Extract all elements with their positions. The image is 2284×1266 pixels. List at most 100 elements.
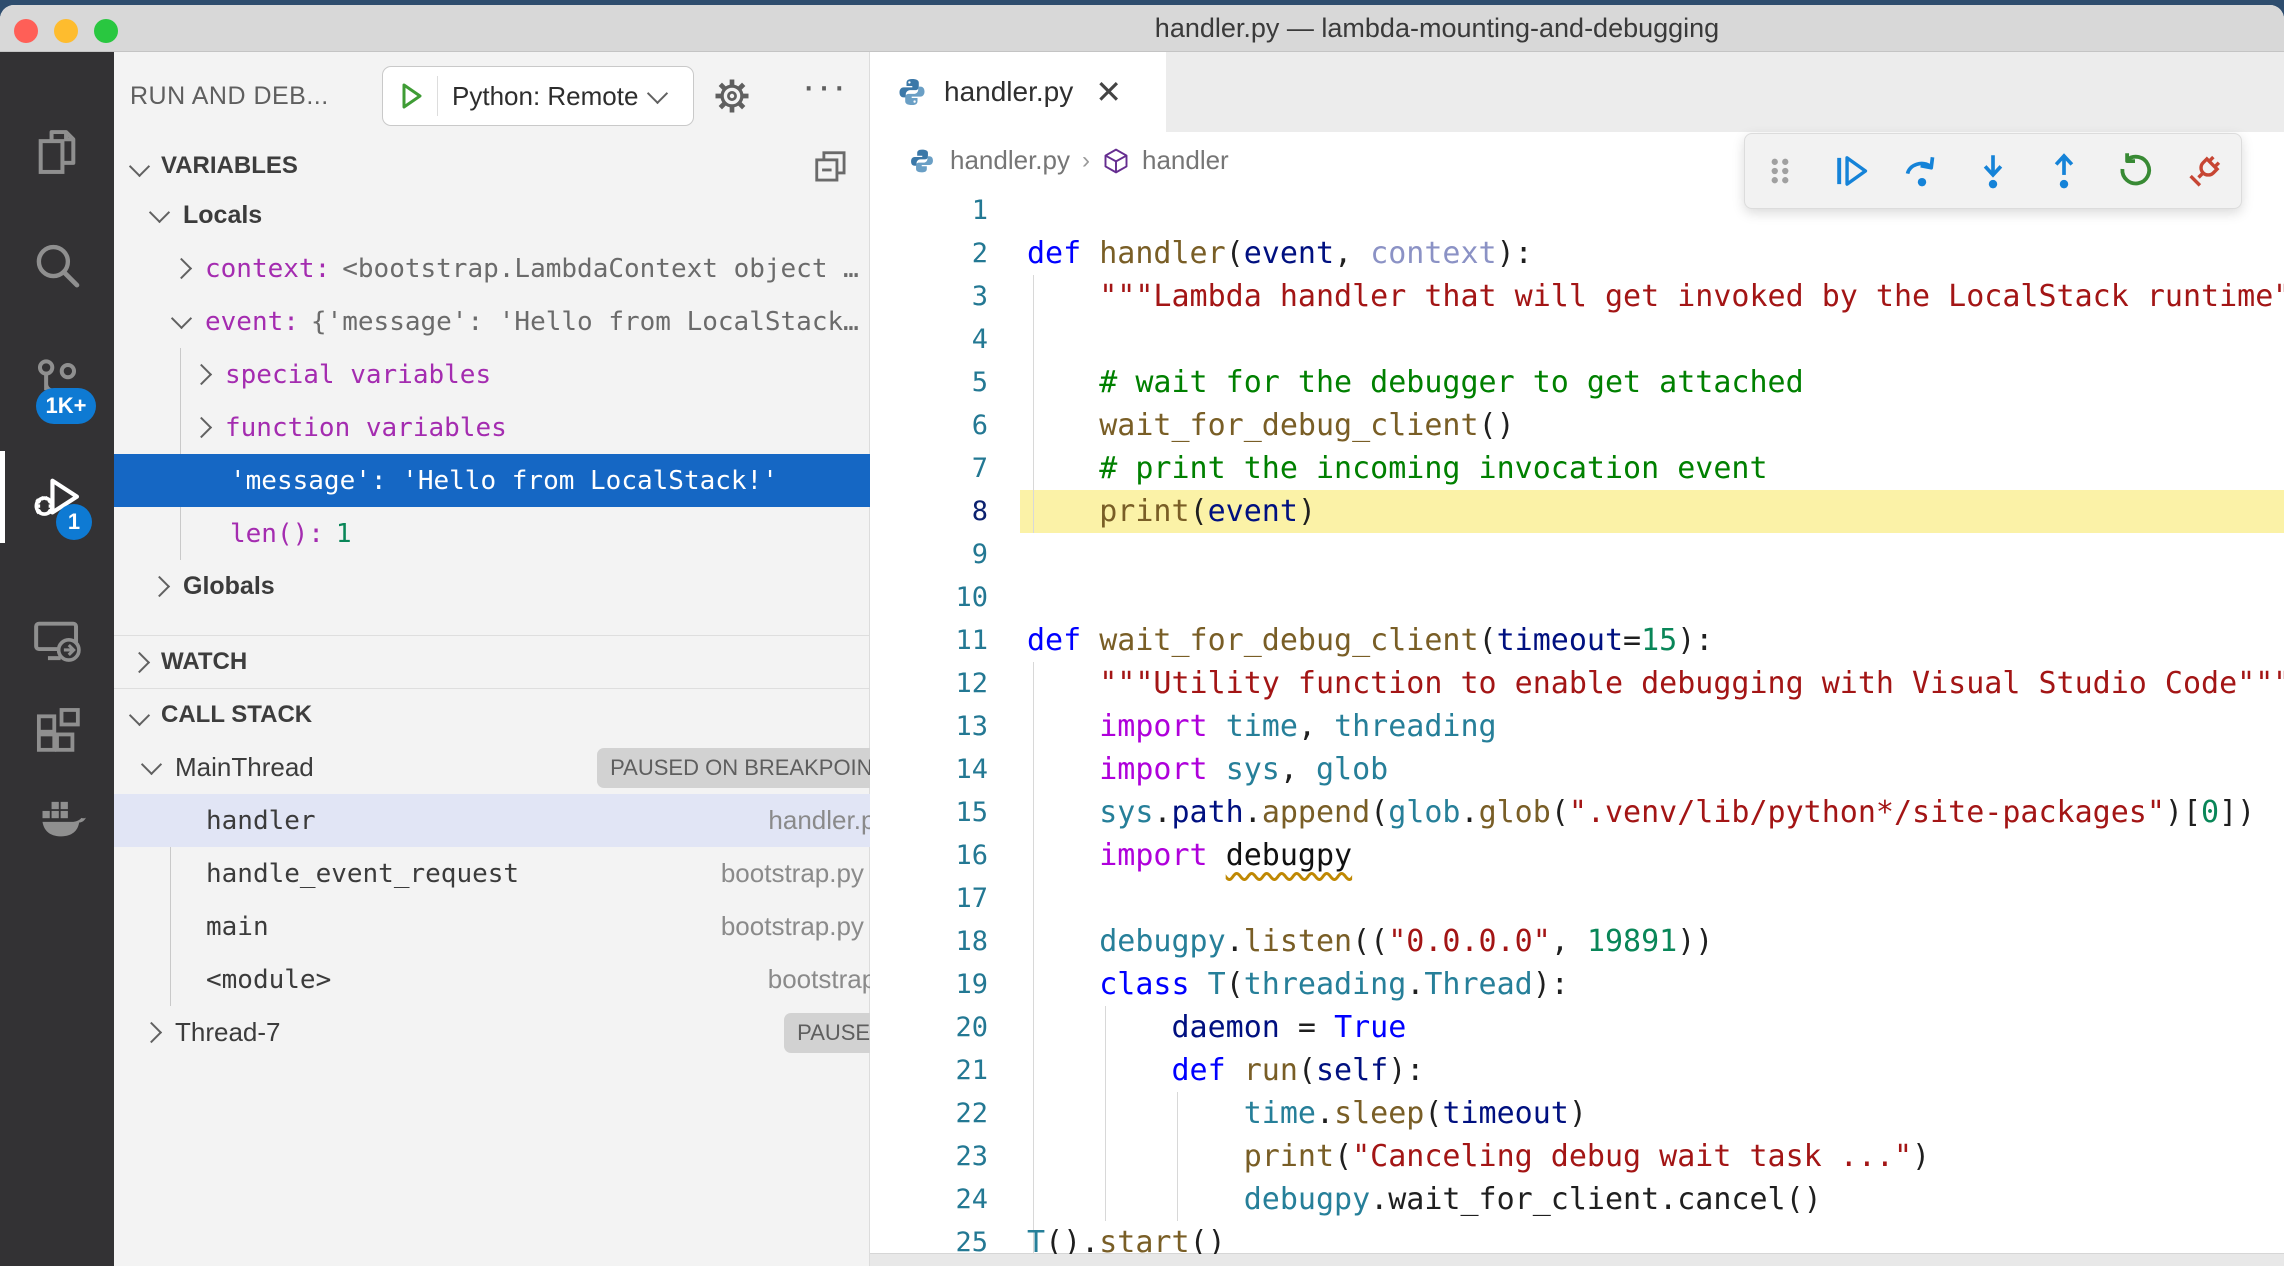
line-number[interactable]: 5 — [870, 361, 988, 404]
close-window-button[interactable] — [14, 19, 38, 43]
line-number[interactable]: 15 — [870, 791, 988, 834]
watch-section-header[interactable]: WATCH — [114, 636, 869, 688]
sidebar-item-docker[interactable] — [0, 774, 114, 866]
code-line[interactable]: 2def handler(event, context): — [870, 232, 2284, 275]
symbol-method-icon — [1102, 147, 1130, 175]
minimize-window-button[interactable] — [54, 19, 78, 43]
more-actions-button[interactable]: ··· — [802, 64, 848, 109]
breadcrumb-separator: › — [1082, 147, 1090, 175]
code-line[interactable]: 23 print("Canceling debug wait task ..."… — [870, 1135, 2284, 1178]
globals-label: Globals — [183, 572, 275, 601]
sidebar-item-remote-explorer[interactable] — [0, 594, 114, 686]
variable-len-row[interactable]: len(): 1 — [114, 507, 985, 560]
code-line[interactable]: 5 # wait for the debugger to get attache… — [870, 361, 2284, 404]
scope-locals-row[interactable]: Locals — [114, 189, 907, 242]
line-number[interactable]: 22 — [870, 1092, 988, 1135]
line-number[interactable]: 24 — [870, 1178, 988, 1221]
variables-section-header[interactable]: VARIABLES — [114, 143, 869, 189]
code-line[interactable]: 12 """Utility function to enable debuggi… — [870, 662, 2284, 705]
code-line[interactable]: 22 time.sleep(timeout) — [870, 1092, 2284, 1135]
breadcrumb-symbol[interactable]: handler — [1142, 145, 1229, 176]
code-line[interactable]: 9 — [870, 533, 2284, 576]
line-number[interactable]: 1 — [870, 189, 988, 232]
collapse-all-icon[interactable] — [812, 148, 850, 186]
variable-context-row[interactable]: context: <bootstrap.LambdaContext object… — [114, 242, 929, 295]
sidebar-item-extensions[interactable] — [0, 683, 114, 775]
code-line[interactable]: 19 class T(threading.Thread): — [870, 963, 2284, 1006]
editor-group: handler.py ✕ handler.py › handler — [870, 52, 2284, 1266]
line-number[interactable]: 23 — [870, 1135, 988, 1178]
line-number[interactable]: 12 — [870, 662, 988, 705]
line-number[interactable]: 14 — [870, 748, 988, 791]
line-number[interactable]: 17 — [870, 877, 988, 920]
pill-divider — [437, 76, 438, 116]
sidebar-item-explorer[interactable] — [0, 106, 114, 198]
line-number[interactable]: 13 — [870, 705, 988, 748]
line-number[interactable]: 11 — [870, 619, 988, 662]
horizontal-scrollbar-track[interactable] — [870, 1253, 2284, 1266]
line-number[interactable]: 6 — [870, 404, 988, 447]
line-number[interactable]: 21 — [870, 1049, 988, 1092]
stack-frame-row[interactable]: handle_event_request bootstrap.py 131:1 — [114, 847, 981, 900]
thread-thread7-row[interactable]: Thread-7 PAUSED — [114, 1006, 919, 1059]
code-line[interactable]: 8 print(event) — [870, 490, 2284, 533]
line-number[interactable]: 9 — [870, 533, 988, 576]
chevron-right-icon — [129, 651, 150, 672]
code-line[interactable]: 20 daemon = True — [870, 1006, 2284, 1049]
line-number[interactable]: 3 — [870, 275, 988, 318]
stack-frame-row[interactable]: <module> bootstrap 12:1 — [114, 953, 981, 1006]
drag-handle-icon[interactable] — [1753, 144, 1807, 198]
variable-event-row[interactable]: event: {'message': 'Hello from LocalStac… — [114, 295, 929, 348]
gear-icon[interactable] — [710, 74, 754, 118]
code-line[interactable]: 25T().start() — [870, 1221, 2284, 1254]
code-line[interactable]: 6 wait_for_debug_client() — [870, 404, 2284, 447]
continue-button[interactable] — [1824, 144, 1878, 198]
code-line[interactable]: 11def wait_for_debug_client(timeout=15): — [870, 619, 2284, 662]
line-number[interactable]: 2 — [870, 232, 988, 275]
code-line[interactable]: 18 debugpy.listen(("0.0.0.0", 19891)) — [870, 920, 2284, 963]
scope-globals-row[interactable]: Globals — [114, 560, 907, 613]
code-line[interactable]: 3 """Lambda handler that will get invoke… — [870, 275, 2284, 318]
line-number[interactable]: 7 — [870, 447, 988, 490]
variable-message-row-selected[interactable]: 'message': 'Hello from LocalStack!' — [114, 454, 985, 507]
code-line[interactable]: 21 def run(self): — [870, 1049, 2284, 1092]
line-number[interactable]: 4 — [870, 318, 988, 361]
line-number[interactable]: 25 — [870, 1221, 988, 1254]
call-stack-section-header[interactable]: CALL STACK — [114, 689, 869, 741]
code-line[interactable]: 16 import debugpy — [870, 834, 2284, 877]
stack-frame-row[interactable]: handler handler.py 8:1 — [114, 794, 981, 847]
thread-mainthread-row[interactable]: MainThread PAUSED ON BREAKPOINT — [114, 741, 919, 794]
line-number[interactable]: 8 — [870, 490, 988, 533]
stack-frame-row[interactable]: main bootstrap.py 362:1 — [114, 900, 981, 953]
step-over-button[interactable] — [1895, 144, 1949, 198]
code-line[interactable]: 7 # print the incoming invocation event — [870, 447, 2284, 490]
line-number[interactable]: 16 — [870, 834, 988, 877]
disconnect-button[interactable] — [2178, 144, 2232, 198]
tab-handler-py[interactable]: handler.py ✕ — [870, 52, 1166, 132]
special-variables-row[interactable]: special variables — [114, 348, 949, 401]
code-line[interactable]: 14 import sys, glob — [870, 748, 2284, 791]
restart-button[interactable] — [2108, 144, 2162, 198]
code-line[interactable]: 15 sys.path.append(glob.glob(".venv/lib/… — [870, 791, 2284, 834]
code-lines[interactable]: 12def handler(event, context):3 """Lambd… — [870, 189, 2284, 1254]
function-variables-label: function variables — [225, 413, 507, 443]
code-line[interactable]: 4 — [870, 318, 2284, 361]
code-line[interactable]: 10 — [870, 576, 2284, 619]
code-line[interactable]: 24 debugpy.wait_for_client.cancel() — [870, 1178, 2284, 1221]
close-icon[interactable]: ✕ — [1095, 73, 1122, 111]
maximize-window-button[interactable] — [94, 19, 118, 43]
line-number[interactable]: 10 — [870, 576, 988, 619]
breadcrumb-file[interactable]: handler.py — [950, 145, 1070, 176]
function-variables-row[interactable]: function variables — [114, 401, 949, 454]
line-number[interactable]: 18 — [870, 920, 988, 963]
launch-config-dropdown[interactable]: Python: Remote — [382, 66, 694, 126]
line-number[interactable]: 20 — [870, 1006, 988, 1049]
chevron-down-icon — [171, 308, 192, 329]
line-number[interactable]: 19 — [870, 963, 988, 1006]
start-debugging-icon[interactable] — [395, 80, 427, 112]
sidebar-item-search[interactable] — [0, 221, 114, 313]
code-line[interactable]: 17 — [870, 877, 2284, 920]
code-line[interactable]: 13 import time, threading — [870, 705, 2284, 748]
step-into-button[interactable] — [1966, 144, 2020, 198]
step-out-button[interactable] — [2037, 144, 2091, 198]
